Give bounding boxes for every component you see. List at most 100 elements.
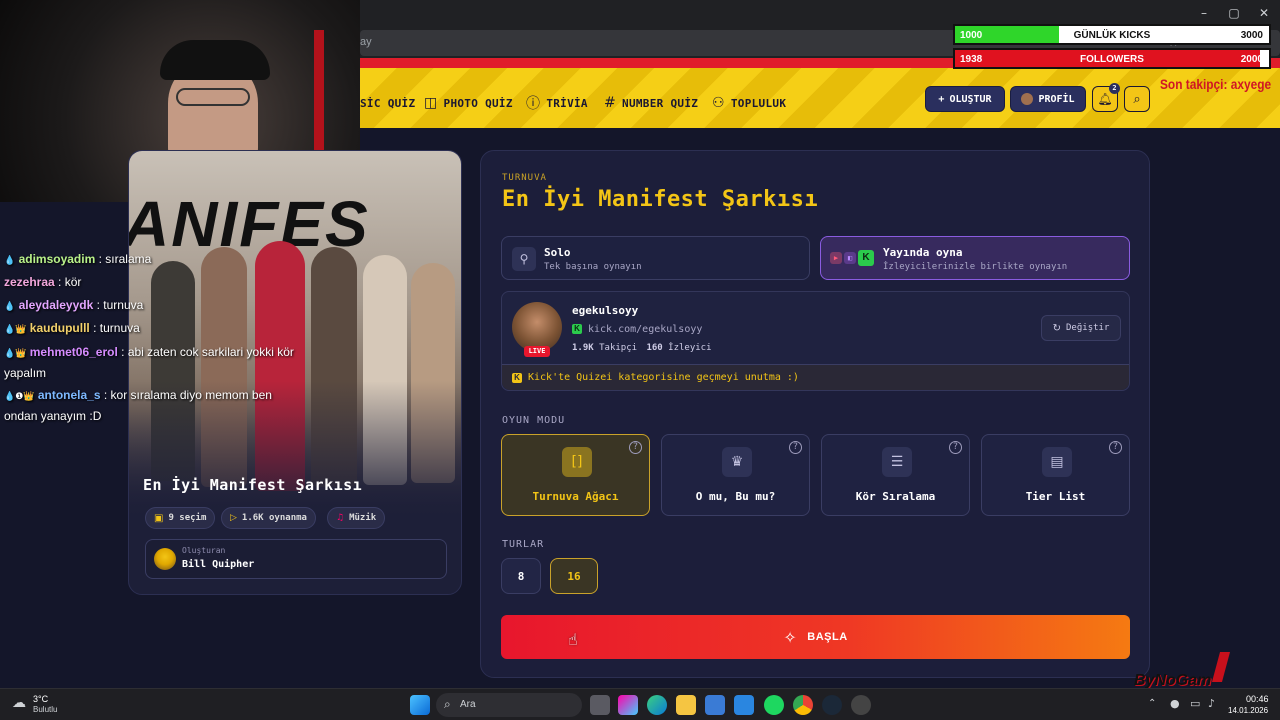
chat-message: 💧 aleydaleyydk : turnuva bbox=[4, 294, 304, 317]
creator-name: Bill Quipher bbox=[182, 559, 255, 570]
minimize-button[interactable]: – bbox=[1197, 6, 1211, 20]
chat-username: zezehraa bbox=[4, 275, 55, 289]
notification-count-badge: 2 bbox=[1109, 83, 1120, 94]
mode-label: Kör Sıralama bbox=[855, 490, 936, 503]
weather-temp: 3°C bbox=[33, 694, 49, 704]
app-icon[interactable] bbox=[851, 695, 871, 715]
task-view-icon[interactable] bbox=[590, 695, 610, 715]
edge-icon[interactable] bbox=[647, 695, 667, 715]
list-ordered-icon: ☰ bbox=[882, 447, 912, 477]
user-icon: ⚲ bbox=[512, 247, 536, 271]
maximize-button[interactable]: ▢ bbox=[1227, 6, 1241, 20]
chat-username: adimsoyadim bbox=[18, 252, 96, 266]
microphone-icon[interactable]: ● bbox=[1170, 697, 1180, 710]
nav-community[interactable]: ⚇ TOPLULUK bbox=[712, 93, 786, 113]
search-icon: ⌕ bbox=[444, 697, 451, 711]
weather-icon[interactable]: ☁ bbox=[12, 695, 26, 711]
round-option-16[interactable]: 16 bbox=[550, 558, 598, 594]
followers-label: FOLLOWERS bbox=[1080, 54, 1144, 65]
kick-icon: K bbox=[512, 372, 522, 383]
search-button[interactable]: ⌕ bbox=[1124, 86, 1150, 112]
nav-trivia[interactable]: ⓘ TRİVİA bbox=[526, 93, 588, 113]
nav-label: TRİVİA bbox=[546, 96, 588, 110]
search-icon: ⌕ bbox=[1133, 91, 1141, 107]
mode-blind-ranking[interactable]: ☰ Kör Sıralama ? bbox=[821, 434, 970, 516]
store-icon[interactable] bbox=[705, 695, 725, 715]
weather-desc: Bulutlu bbox=[33, 705, 58, 714]
create-button[interactable]: + OLUŞTUR bbox=[925, 86, 1005, 112]
followers-label: Takipçi bbox=[599, 343, 638, 353]
mode-tier-list[interactable]: ▤ Tier List ? bbox=[981, 434, 1130, 516]
nav-music-quiz[interactable]: SİC QUİZ bbox=[360, 93, 415, 113]
close-window-button[interactable]: ✕ bbox=[1257, 6, 1271, 20]
play-count: 1.6K oynanma bbox=[241, 513, 307, 523]
nav-photo-quiz[interactable]: ◫ PHOTO QUİZ bbox=[424, 93, 513, 113]
followers-goal: 2000 bbox=[1240, 54, 1263, 65]
change-streamer-button[interactable]: ↻ Değiştir bbox=[1041, 315, 1121, 341]
followers-count: 1.9K bbox=[572, 343, 594, 353]
taskbar-search[interactable]: ⌕ Ara bbox=[436, 693, 582, 717]
help-icon[interactable]: ? bbox=[949, 441, 962, 454]
steam-icon[interactable] bbox=[822, 695, 842, 715]
windows-start-icon[interactable] bbox=[410, 695, 430, 715]
chat-message: 💧👑 mehmet06_erol : abi zaten cok sarkila… bbox=[4, 342, 304, 383]
help-icon[interactable]: ? bbox=[789, 441, 802, 454]
play-count-pill: ▷ 1.6K oynanma bbox=[221, 507, 316, 529]
chat-text: : kör bbox=[54, 275, 82, 289]
copilot-icon[interactable] bbox=[618, 695, 638, 715]
category-pill[interactable]: ♫ Müzik bbox=[327, 507, 386, 529]
search-placeholder: Ara bbox=[460, 699, 476, 710]
chat-message: 💧❶👑 antonela_s : kor sıralama diyo memom… bbox=[4, 385, 304, 426]
chat-badge: 💧 bbox=[4, 255, 16, 265]
chat-username: kaudupulll bbox=[29, 321, 90, 335]
start-button[interactable]: ✧ BAŞLA bbox=[501, 615, 1130, 659]
image-icon: ▣ bbox=[154, 512, 164, 524]
watermark-mark bbox=[1211, 652, 1231, 682]
profile-label: PROFİL bbox=[1038, 93, 1075, 105]
kicks-label: GÜNLÜK KICKS bbox=[1073, 30, 1151, 41]
plus-icon: + bbox=[938, 93, 945, 105]
quiz-type-label: TURNUVA bbox=[502, 173, 547, 183]
chat-badge: 💧❶👑 bbox=[4, 391, 35, 401]
play-icon: ▷ bbox=[230, 513, 237, 523]
help-icon[interactable]: ? bbox=[629, 441, 642, 454]
chat-badge: 💧👑 bbox=[4, 324, 27, 334]
solo-title: Solo bbox=[544, 246, 571, 259]
mode-this-or-that[interactable]: ♛ O mu, Bu mu? ? bbox=[661, 434, 810, 516]
volume-icon[interactable]: ♪ bbox=[1208, 697, 1215, 710]
game-mode-heading: OYUN MODU bbox=[502, 415, 566, 426]
avatar bbox=[1021, 93, 1034, 105]
choices-count: 9 seçim bbox=[168, 513, 207, 523]
tray-chevron-icon[interactable]: ⌃ bbox=[1148, 698, 1156, 709]
spotify-icon[interactable] bbox=[764, 695, 784, 715]
rows-icon: ▤ bbox=[1042, 447, 1072, 477]
kick-notice: K Kick'te Quizei kategorisine geçmeyi un… bbox=[502, 364, 1129, 390]
streamer-avatar bbox=[512, 302, 562, 352]
profile-button[interactable]: PROFİL bbox=[1010, 86, 1086, 112]
help-icon[interactable]: ? bbox=[1109, 441, 1122, 454]
chrome-icon[interactable] bbox=[793, 695, 813, 715]
chat-text: : turnuva bbox=[93, 298, 144, 312]
notifications-button[interactable]: 🔔︎ 2 bbox=[1092, 83, 1120, 112]
streamer-channel[interactable]: kick.com/egekulsoyy bbox=[588, 324, 702, 335]
mode-tournament-bracket[interactable]: [] Turnuva Ağacı ? bbox=[501, 434, 650, 516]
mail-icon[interactable] bbox=[734, 695, 754, 715]
streamer-cap bbox=[160, 40, 270, 80]
url-text: ay bbox=[360, 36, 372, 48]
solo-mode-option[interactable]: ⚲ Solo Tek başına oynayın bbox=[501, 236, 810, 280]
file-explorer-icon[interactable] bbox=[676, 695, 696, 715]
creator-box[interactable]: Oluşturan Bill Quipher bbox=[145, 539, 447, 579]
mode-label: O mu, Bu mu? bbox=[695, 490, 776, 503]
start-label: BAŞLA bbox=[807, 631, 848, 643]
clock-time[interactable]: 00:46 bbox=[1246, 694, 1269, 704]
streamer-name: egekulsoyy bbox=[572, 304, 639, 317]
round-option-8[interactable]: 8 bbox=[501, 558, 541, 594]
network-icon[interactable]: ▭ bbox=[1190, 697, 1200, 710]
kick-icon: K bbox=[572, 324, 582, 334]
stream-mode-option[interactable]: ▶ ◧ K Yayında oyna İzleyicilerinizle bir… bbox=[820, 236, 1130, 280]
nav-number-quiz[interactable]: # NUMBER QUİZ bbox=[604, 93, 698, 113]
stream-mode-subtitle: İzleyicilerinizle birlikte oynayın bbox=[883, 262, 1068, 272]
chat-text: : sıralama bbox=[95, 252, 152, 266]
stream-chat: 💧 adimsoyadim : sıralama zezehraa : kör … bbox=[4, 248, 304, 428]
clock-date[interactable]: 14.01.2026 bbox=[1228, 706, 1268, 715]
